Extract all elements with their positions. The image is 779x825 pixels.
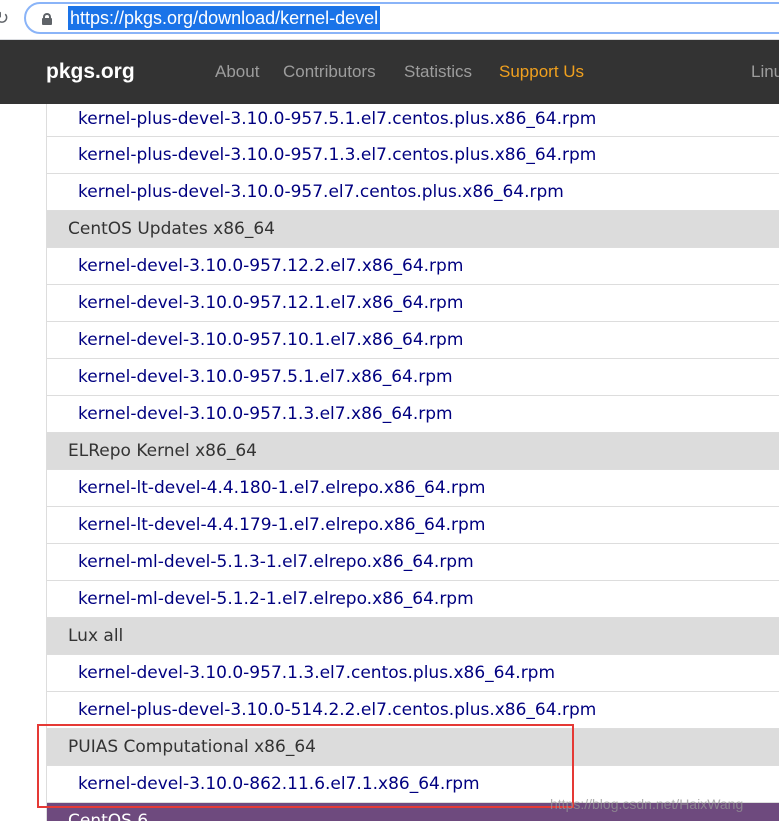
repo-header: CentOS Updates x86_64: [47, 211, 779, 248]
repo-header: Lux all: [47, 618, 779, 655]
nav-link-support-us[interactable]: Support Us: [499, 40, 584, 104]
package-link[interactable]: kernel-devel-3.10.0-957.12.1.el7.x86_64.…: [47, 285, 779, 322]
package-link[interactable]: kernel-devel-3.10.0-957.1.3.el7.centos.p…: [47, 655, 779, 692]
package-link[interactable]: kernel-devel-3.10.0-957.12.2.el7.x86_64.…: [47, 248, 779, 285]
watermark: https://blog.csdn.net/HaixWang: [550, 796, 744, 812]
lock-icon[interactable]: [42, 13, 52, 25]
package-link[interactable]: kernel-devel-3.10.0-957.10.1.el7.x86_64.…: [47, 322, 779, 359]
package-link[interactable]: kernel-plus-devel-3.10.0-514.2.2.el7.cen…: [47, 692, 779, 729]
package-link[interactable]: kernel-plus-devel-3.10.0-957.el7.centos.…: [47, 174, 779, 211]
package-link[interactable]: kernel-devel-3.10.0-957.1.3.el7.x86_64.r…: [47, 396, 779, 433]
nav-link-about[interactable]: About: [215, 40, 259, 104]
package-link[interactable]: kernel-lt-devel-4.4.179-1.el7.elrepo.x86…: [47, 507, 779, 544]
browser-address-bar: ↻ https://pkgs.org/download/kernel-devel: [0, 0, 779, 40]
omnibox[interactable]: https://pkgs.org/download/kernel-devel: [24, 2, 779, 34]
url-text[interactable]: https://pkgs.org/download/kernel-devel: [68, 6, 381, 30]
reload-icon[interactable]: ↻: [0, 8, 9, 29]
site-brand[interactable]: pkgs.org: [46, 40, 135, 104]
package-link[interactable]: kernel-devel-3.10.0-957.5.1.el7.x86_64.r…: [47, 359, 779, 396]
site-navbar: pkgs.org About Contributors Statistics S…: [0, 40, 779, 104]
package-list: kernel-plus-devel-3.10.0-957.5.1.el7.cen…: [46, 104, 779, 821]
package-link[interactable]: kernel-plus-devel-3.10.0-957.1.3.el7.cen…: [47, 137, 779, 174]
repo-header: PUIAS Computational x86_64: [47, 729, 779, 766]
repo-header: ELRepo Kernel x86_64: [47, 433, 779, 470]
package-link[interactable]: kernel-lt-devel-4.4.180-1.el7.elrepo.x86…: [47, 470, 779, 507]
nav-link-contributors[interactable]: Contributors: [283, 40, 376, 104]
package-link[interactable]: kernel-ml-devel-5.1.2-1.el7.elrepo.x86_6…: [47, 581, 779, 618]
package-link[interactable]: kernel-plus-devel-3.10.0-957.5.1.el7.cen…: [47, 104, 779, 137]
package-link[interactable]: kernel-ml-devel-5.1.3-1.el7.elrepo.x86_6…: [47, 544, 779, 581]
nav-link-statistics[interactable]: Statistics: [404, 40, 472, 104]
nav-link-linux[interactable]: Linu: [751, 40, 779, 104]
